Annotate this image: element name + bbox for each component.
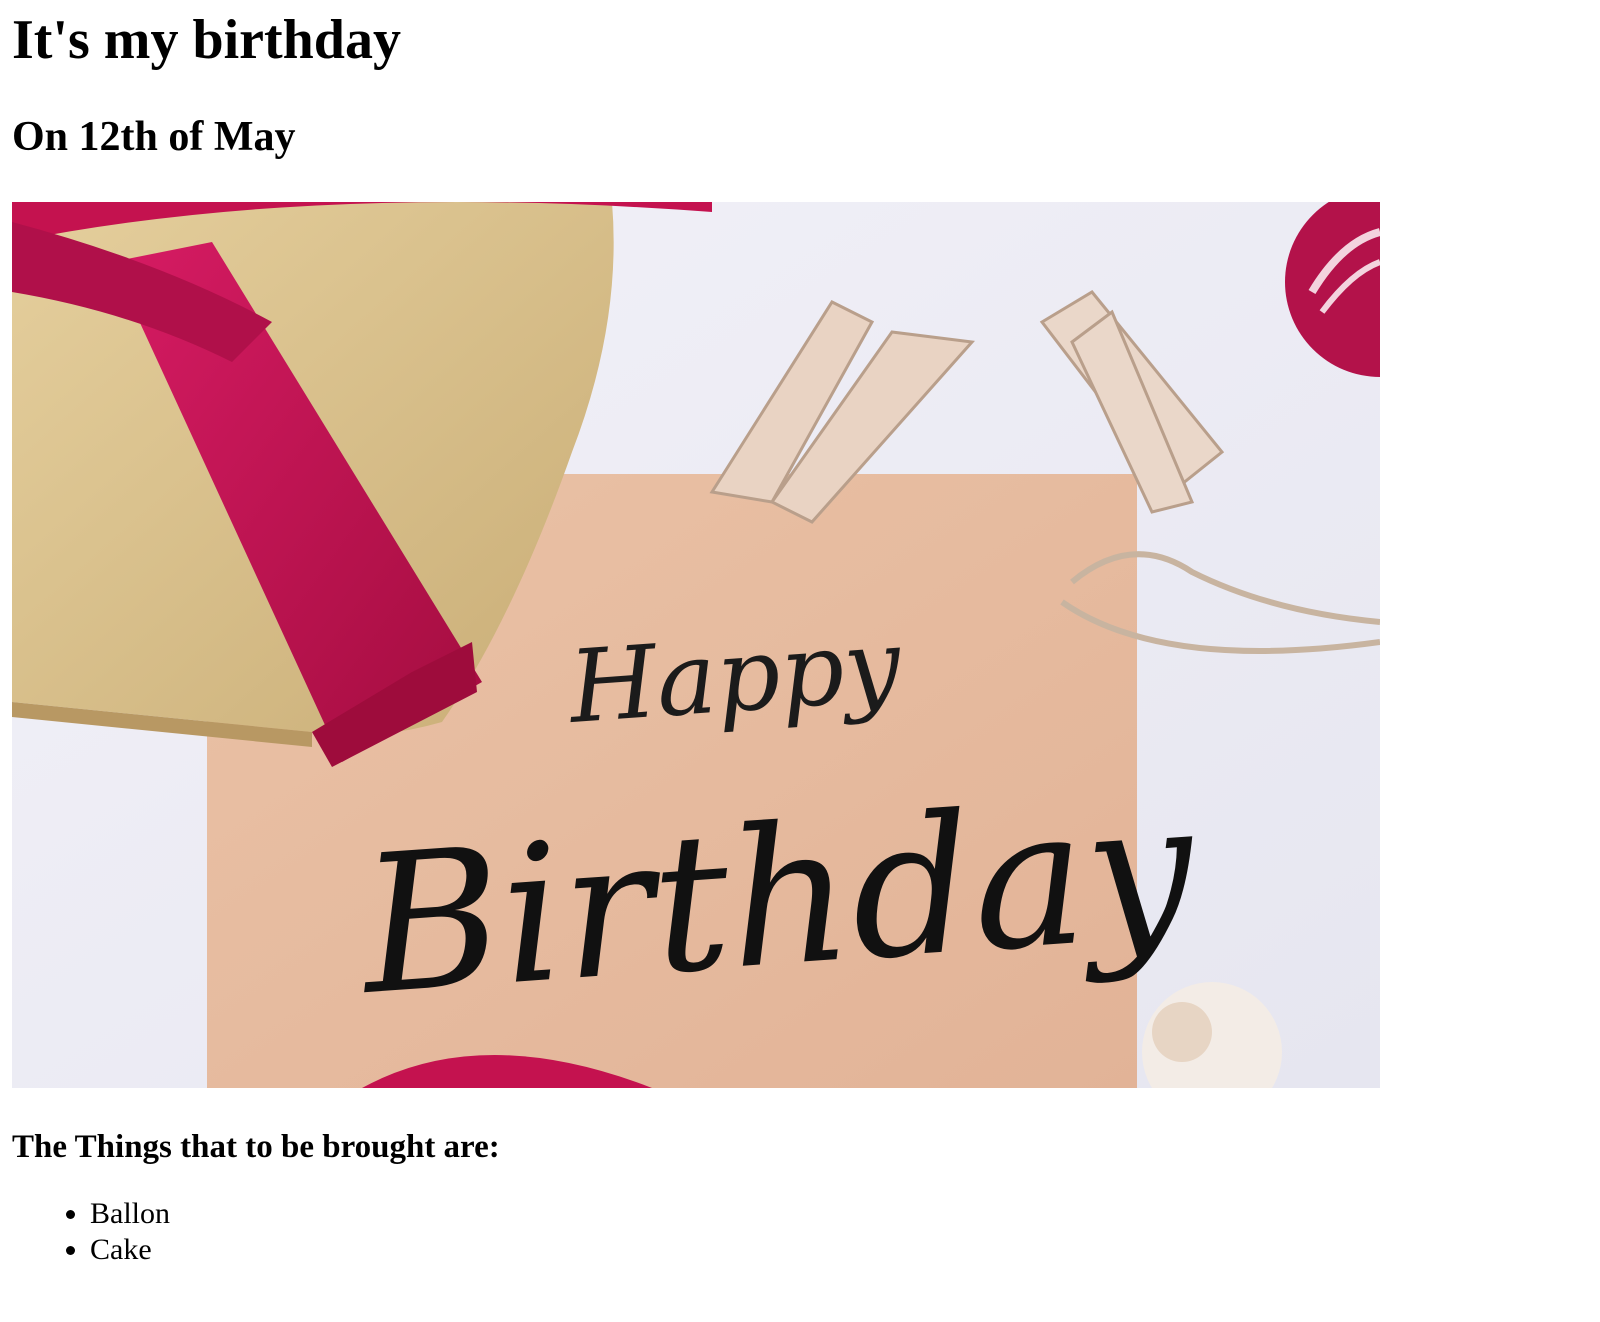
page-title: It's my birthday [12,9,401,71]
list-heading: The Things that to be brought are: [12,1129,500,1165]
page-subtitle: On 12th of May [12,114,296,160]
items-list: Ballon Cake [12,1196,1588,1268]
list-item: Ballon [90,1196,1588,1232]
list-item: Cake [90,1232,1588,1268]
script-happy: Happy [564,606,906,746]
birthday-card-image: Happy Birthday [12,202,1380,1088]
page: It's my birthday On 12th of May Happy Bi… [0,0,1600,1268]
